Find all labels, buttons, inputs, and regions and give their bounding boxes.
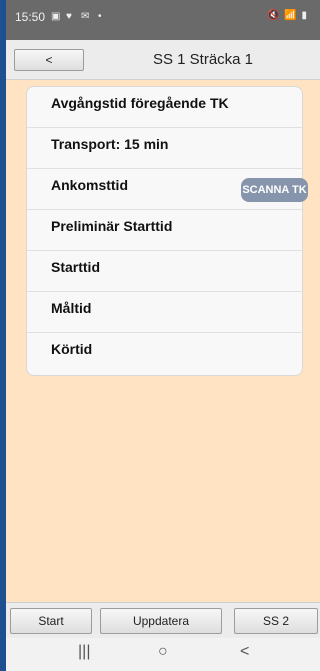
wifi-icon: 📶 [284,10,298,21]
row-label: Avgångstid föregående TK [51,95,229,111]
next-stage-button[interactable]: SS 2 [234,608,318,634]
update-button[interactable]: Uppdatera [100,608,222,634]
title-bar: < SS 1 Sträcka 1 [6,40,320,80]
row-label: Ankomsttid [51,177,128,193]
row-finish-time: Måltid [27,292,304,333]
dot-icon: • [98,11,102,22]
status-right-icons: 🔇 📶 ▮ [267,10,308,21]
status-time: 15:50 [15,10,46,24]
row-label: Preliminär Starttid [51,218,173,234]
app-screen: 15:50 ▣ ♥ ✉ • 🔇 📶 ▮ < SS 1 Sträcka 1 Avg… [6,0,320,671]
page-title: SS 1 Sträcka 1 [152,51,254,68]
row-preliminary-start: Preliminär Starttid [27,210,304,251]
row-transport: Transport: 15 min [27,128,304,169]
mute-icon: 🔇 [267,10,281,21]
row-drive-time: Körtid [27,333,304,374]
android-nav-bar: ||| ○ < [6,638,320,671]
mail-icon: ✉ [81,11,90,22]
status-bar: 15:50 ▣ ♥ ✉ • 🔇 📶 ▮ [6,0,320,40]
start-button[interactable]: Start [10,608,92,634]
row-label: Transport: 15 min [51,136,169,152]
times-card: Avgångstid föregående TK Transport: 15 m… [26,86,304,376]
row-label: Måltid [51,300,92,316]
image-icon: ▣ [51,11,61,22]
row-departure-previous-tk: Avgångstid föregående TK [27,87,304,128]
twitter-icon: ♥ [66,11,72,22]
back-button[interactable]: < [14,49,84,71]
nav-back-icon[interactable]: < [240,643,249,661]
row-label: Körtid [51,341,93,357]
row-start-time: Starttid [27,251,304,292]
row-label: Starttid [51,259,100,275]
bottom-toolbar: Start Uppdatera SS 2 [6,602,320,638]
scan-tk-button[interactable]: SCANNA TK [241,178,308,202]
home-icon[interactable]: ○ [158,643,168,661]
battery-icon: ▮ [301,10,308,21]
recent-apps-icon[interactable]: ||| [78,643,90,661]
